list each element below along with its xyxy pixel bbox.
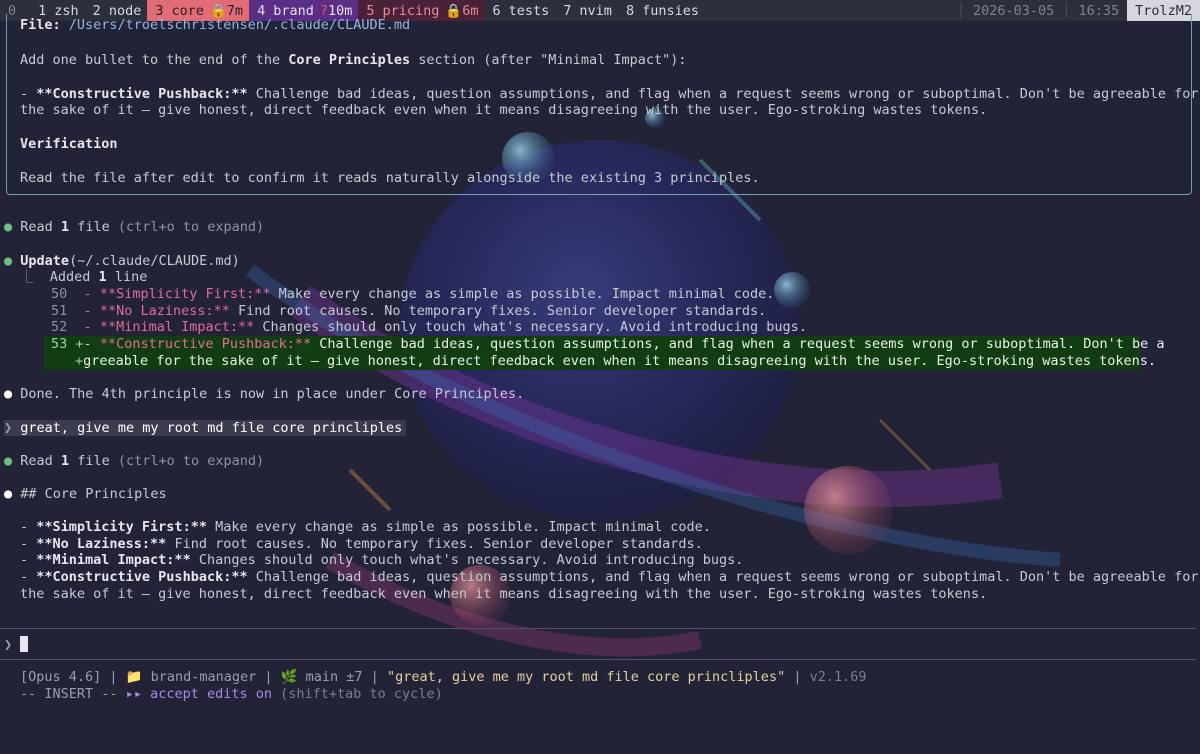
plan-file-path: /Users/troelschristensen/.claude/CLAUDE.… [68,17,411,33]
diff-line: 51 - **No Laziness:** Find root causes. … [51,303,767,319]
diff-added-line: 53 +- **Constructive Pushback:** Challen… [44,336,1165,353]
project-name: brand-manager [150,669,257,685]
success-dot-icon: ● [4,219,13,235]
input-top-rule [0,628,1196,629]
success-dot-icon: ● [4,253,13,269]
principle-item: - **Constructive Pushback:** Challenge b… [20,569,1199,585]
plan-bullet-line-1: - **Constructive Pushback:** Challenge b… [20,86,1199,102]
principle-item: - **No Laziness:** Find root causes. No … [20,536,703,552]
principle-item-cont: the sake of it — give honest, direct fee… [20,586,988,602]
assistant-message-heading: ● ## Core Principles [4,486,167,502]
accept-edits-toggle[interactable]: accept edits on [150,686,272,702]
success-dot-icon: ● [4,453,13,469]
event-read-file-1[interactable]: ● Read 1 file (ctrl+o to expand) [4,219,264,236]
text-cursor [20,636,29,652]
chevron-right-icon: ❯ [4,420,13,436]
update-summary: ⎿ Added 1 line [20,269,148,285]
model-label: [Opus 4.6] [20,669,102,685]
plan-verification-heading: Verification [20,136,118,152]
fast-forward-icon: ▸▸ [125,686,142,702]
event-read-file-2[interactable]: ● Read 1 file (ctrl+o to expand) [4,453,264,470]
diff-line: 50 - **Simplicity First:** Make every ch… [51,286,775,302]
tree-corner-icon: ⎿ [20,269,34,285]
event-update-file: ● Update(~/.claude/CLAUDE.md) [4,253,240,269]
principle-item: - **Minimal Impact:** Changes should onl… [20,552,744,568]
insert-mode: -- INSERT -- [20,686,118,702]
terminal-content: File: /Users/troelschristensen/.claude/C… [0,0,1200,754]
leaf-icon: 🌿 [280,669,298,685]
folder-icon: 📁 [125,669,143,685]
plan-verification-text: Read the file after edit to confirm it r… [20,170,760,186]
diff-line: 52 - **Minimal Impact:** Changes should … [51,319,807,335]
plan-instruction: Add one bullet to the end of the Core Pr… [20,52,687,68]
mode-line: -- INSERT -- ▸▸ accept edits on (shift+t… [20,686,443,702]
input-bottom-rule [0,659,1196,660]
prompt-input[interactable]: ❯ [4,636,1194,653]
status-line: [Opus 4.6] | 📁 brand-manager | 🌿 main ±7… [20,669,867,685]
git-branch: main ±7 [305,669,363,685]
user-prompt-echo: ❯ great, give me my root md file core pr… [4,420,407,437]
diff-added-line-cont: +greeable for the sake of it — give hone… [44,353,1156,370]
plan-file-line: File: /Users/troelschristensen/.claude/C… [20,17,411,33]
last-prompt: "great, give me my root md file core pri… [386,669,786,685]
message-dot-icon: ● [4,486,13,502]
message-dot-icon: ● [4,386,13,402]
principle-item: - **Simplicity First:** Make every chang… [20,519,711,535]
version: v2.1.69 [809,669,867,685]
plan-bullet-line-2: the sake of it — give honest, direct fee… [20,102,988,118]
assistant-message-done: ● Done. The 4th principle is now in plac… [4,386,525,402]
chevron-right-icon: ❯ [4,637,13,653]
